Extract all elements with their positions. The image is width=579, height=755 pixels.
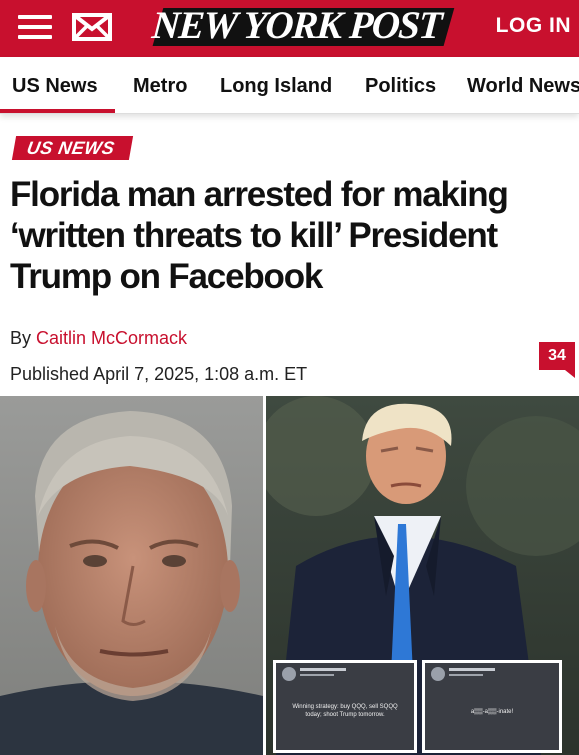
post-text: Winning strategy: buy QQQ, sell SQQQ tod… xyxy=(292,704,398,718)
post-author-redacted xyxy=(449,668,495,671)
post-timestamp-redacted xyxy=(300,674,334,676)
hamburger-icon[interactable] xyxy=(18,13,52,41)
nav-item-world-news[interactable]: World News xyxy=(467,75,579,98)
site-header: NEW YORK POST LOG IN xyxy=(0,0,579,57)
site-logo[interactable]: NEW YORK POST xyxy=(150,3,443,49)
nav-item-metro[interactable]: Metro xyxy=(133,75,187,98)
post-text: a▒▒-a▒▒-inate! xyxy=(470,709,514,715)
section-tag[interactable]: US NEWS xyxy=(11,136,133,160)
facebook-post-inset[interactable]: Winning strategy: buy QQQ, sell SQQQ tod… xyxy=(273,660,417,753)
author-link[interactable]: Caitlin McCormack xyxy=(36,328,187,348)
publish-date: Published April 7, 2025, 1:08 a.m. ET xyxy=(10,364,308,384)
byline-prefix: By xyxy=(10,328,32,348)
byline: By Caitlin McCormack xyxy=(10,328,187,349)
comment-count-badge[interactable]: 34 xyxy=(539,342,575,378)
facebook-post-inset[interactable]: a▒▒-a▒▒-inate! xyxy=(422,660,562,753)
post-timestamp-redacted xyxy=(449,674,483,676)
nav-item-long-island[interactable]: Long Island xyxy=(220,75,332,98)
nav-active-indicator xyxy=(0,109,115,113)
avatar xyxy=(431,667,445,681)
mail-icon[interactable] xyxy=(72,12,112,42)
mugshot-illustration xyxy=(0,396,263,755)
nav-item-politics[interactable]: Politics xyxy=(365,75,436,98)
section-nav: US News Metro Long Island Politics World… xyxy=(0,57,579,114)
mugshot-image[interactable] xyxy=(0,396,263,755)
article-headline: Florida man arrested for making ‘written… xyxy=(10,175,509,296)
login-button[interactable]: LOG IN xyxy=(496,14,571,38)
nav-item-us-news[interactable]: US News xyxy=(12,75,98,98)
post-author-redacted xyxy=(300,668,346,671)
avatar xyxy=(282,667,296,681)
